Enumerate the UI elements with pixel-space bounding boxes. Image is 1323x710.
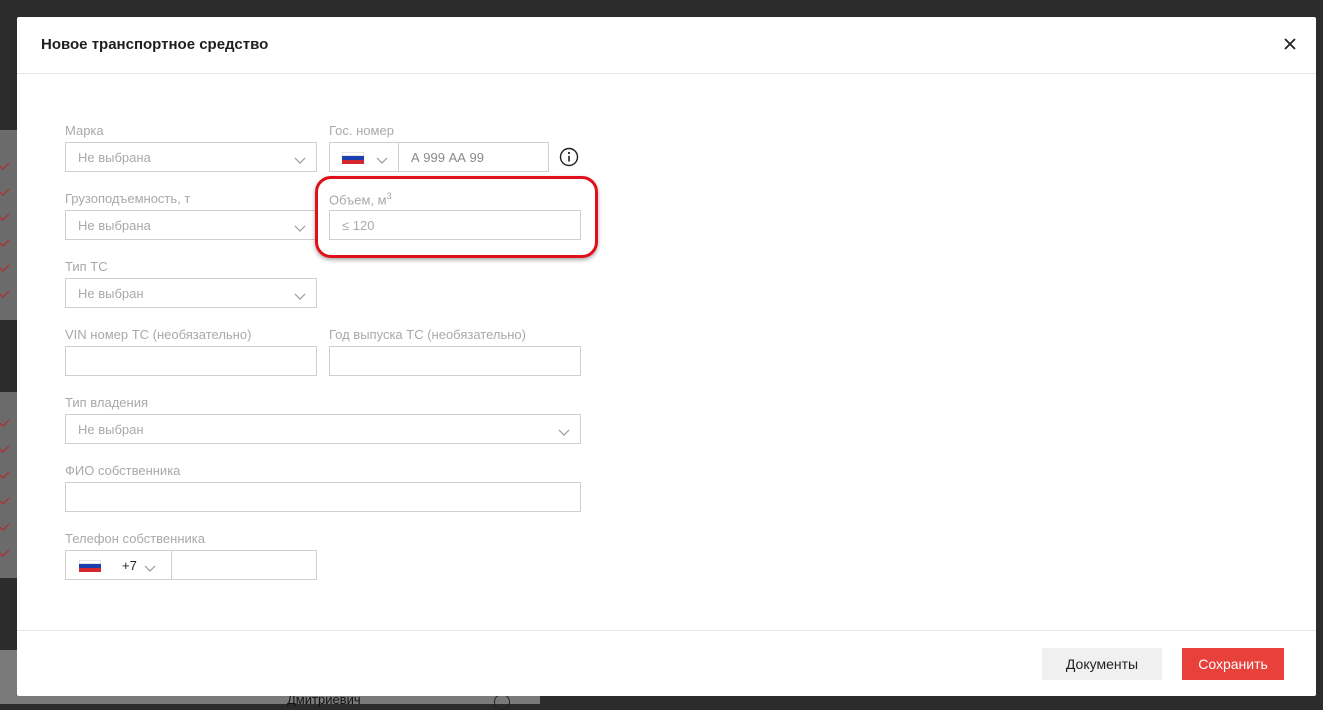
checkmark-icon: [0, 264, 10, 272]
checkmark-icon: [0, 188, 10, 196]
checkmark-icon: [0, 213, 10, 221]
chevron-down-icon: [294, 152, 306, 164]
owner-phone-input[interactable]: [171, 550, 317, 580]
owner-phone-label: Телефон собственника: [65, 531, 205, 546]
russia-flag-icon: [79, 560, 101, 572]
close-icon[interactable]: [1282, 36, 1298, 52]
chevron-down-icon: [294, 220, 306, 232]
vehicle-type-select[interactable]: Не выбран: [65, 278, 317, 308]
ownership-select[interactable]: Не выбран: [65, 414, 581, 444]
vin-label: VIN номер ТС (необязательно): [65, 327, 252, 342]
plate-placeholder: А 999 АА 99: [411, 150, 484, 165]
checkmark-icon: [0, 239, 10, 247]
plate-label: Гос. номер: [329, 123, 394, 138]
year-input[interactable]: [329, 346, 581, 376]
checkmark-icon: [0, 471, 10, 479]
capacity-value: Не выбрана: [78, 218, 151, 233]
chevron-down-icon: [294, 288, 306, 300]
checkmark-icon: [0, 497, 10, 505]
checkmark-icon: [0, 445, 10, 453]
year-label: Год выпуска ТС (необязательно): [329, 327, 526, 342]
owner-name-input[interactable]: [65, 482, 581, 512]
highlight-annotation: [315, 176, 598, 258]
checkmark-icon: [0, 290, 10, 298]
ownership-label: Тип владения: [65, 395, 149, 410]
checkmark-icon: [0, 549, 10, 557]
phone-country-select[interactable]: +7: [65, 550, 172, 580]
chevron-down-icon: [376, 152, 388, 164]
owner-name-label: ФИО собственника: [65, 463, 181, 478]
documents-button[interactable]: Документы: [1042, 648, 1162, 680]
info-icon[interactable]: [559, 147, 579, 167]
brand-label: Марка: [65, 123, 104, 138]
chevron-down-icon: [558, 424, 570, 436]
russia-flag-icon: [342, 152, 364, 164]
plate-region-select[interactable]: [329, 142, 399, 172]
checkmark-icon: [0, 523, 10, 531]
plate-input[interactable]: А 999 АА 99: [398, 142, 549, 172]
vehicle-type-value: Не выбран: [78, 286, 144, 301]
phone-code: +7: [122, 558, 137, 573]
capacity-label: Грузоподъемность, т: [65, 191, 191, 206]
save-button[interactable]: Сохранить: [1182, 648, 1284, 680]
new-vehicle-modal: Новое транспортное средство Марка Не выб…: [17, 17, 1316, 696]
modal-header: Новое транспортное средство: [17, 17, 1316, 74]
smile-icon: [494, 694, 510, 710]
vehicle-type-label: Тип ТС: [65, 259, 108, 274]
modal-footer: Документы Сохранить: [17, 630, 1316, 696]
brand-select[interactable]: Не выбрана: [65, 142, 317, 172]
checkmark-icon: [0, 162, 10, 170]
brand-value: Не выбрана: [78, 150, 151, 165]
chevron-down-icon: [144, 560, 156, 572]
vin-input[interactable]: [65, 346, 317, 376]
ownership-value: Не выбран: [78, 422, 144, 437]
checkmark-icon: [0, 419, 10, 427]
capacity-select[interactable]: Не выбрана: [65, 210, 317, 240]
modal-title: Новое транспортное средство: [41, 36, 269, 53]
